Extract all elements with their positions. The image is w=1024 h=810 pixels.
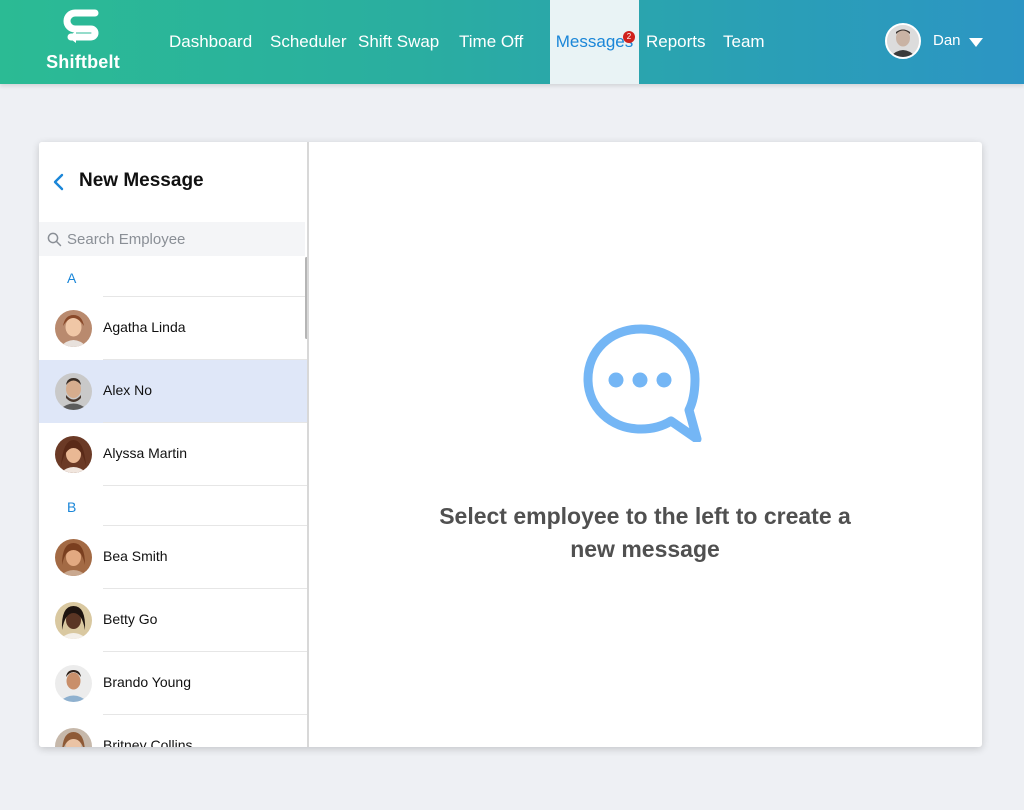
nav-scheduler[interactable]: Scheduler: [270, 0, 347, 84]
employee-list: A Agatha Linda Alex No Alyssa Martin B B…: [39, 257, 307, 747]
empty-state-line-2: new message: [570, 536, 720, 562]
section-header-a: A: [39, 257, 307, 297]
employee-name: Betty Go: [103, 611, 158, 627]
employee-row-betty-go[interactable]: Betty Go: [39, 589, 307, 652]
employee-avatar: [55, 539, 92, 576]
back-chevron-icon[interactable]: [51, 172, 65, 192]
employee-row-agatha-linda[interactable]: Agatha Linda: [39, 297, 307, 360]
user-menu-caret-icon[interactable]: [969, 38, 983, 47]
employee-row-alex-no[interactable]: Alex No: [39, 360, 307, 423]
shiftbelt-logo-icon: [63, 9, 99, 43]
employee-name: Brando Young: [103, 674, 191, 690]
search-employee-input[interactable]: [67, 222, 297, 256]
shiftbelt-logo[interactable]: Shiftbelt: [44, 8, 122, 74]
employee-row-alyssa-martin[interactable]: Alyssa Martin: [39, 423, 307, 486]
employee-name: Bea Smith: [103, 548, 168, 564]
panel-title: New Message: [79, 170, 204, 191]
nav-dashboard[interactable]: Dashboard: [169, 0, 252, 84]
section-letter: B: [67, 499, 77, 515]
employee-name: Alex No: [103, 382, 153, 398]
empty-state: Select employee to the left to create a …: [309, 142, 982, 747]
top-nav-bar: Shiftbelt Dashboard Scheduler Shift Swap…: [0, 0, 1024, 84]
employee-row-bea-smith[interactable]: Bea Smith: [39, 526, 307, 589]
new-message-panel: New Message A Agatha Linda: [39, 142, 309, 747]
employee-name: Alyssa Martin: [103, 445, 188, 461]
nav-shift-swap[interactable]: Shift Swap: [358, 0, 439, 84]
empty-state-line-1: Select employee to the left to create a: [439, 503, 851, 529]
user-avatar[interactable]: [885, 23, 921, 59]
employee-avatar: [55, 665, 92, 702]
employee-avatar: [55, 602, 92, 639]
section-letter: A: [67, 270, 77, 286]
nav-team[interactable]: Team: [723, 0, 765, 84]
employee-avatar: [55, 436, 92, 473]
user-name[interactable]: Dan: [933, 32, 961, 49]
nav-time-off[interactable]: Time Off: [459, 0, 523, 84]
empty-state-message: Select employee to the left to create a …: [395, 500, 895, 566]
brand-name: Shiftbelt: [46, 52, 120, 72]
nav-messages[interactable]: Messages 2: [550, 0, 639, 84]
section-header-b: B: [39, 486, 307, 526]
chat-bubble-icon: [583, 324, 702, 442]
employee-avatar: [55, 728, 92, 747]
panel-header: New Message: [39, 142, 307, 220]
search-icon: [47, 232, 62, 247]
employee-name: Agatha Linda: [103, 319, 186, 335]
employee-row-brando-young[interactable]: Brando Young: [39, 652, 307, 715]
employee-avatar: [55, 373, 92, 410]
nav-messages-label: Messages: [555, 32, 634, 51]
user-avatar-image: [887, 25, 919, 57]
employee-search[interactable]: [39, 222, 305, 256]
unread-count-badge: 2: [623, 31, 635, 43]
employee-name: Britney Collins: [103, 737, 193, 747]
employee-row-britney-collins[interactable]: Britney Collins: [39, 715, 307, 747]
nav-reports[interactable]: Reports: [646, 0, 706, 84]
list-scrollbar[interactable]: [305, 257, 307, 339]
messages-card: New Message A Agatha Linda: [39, 142, 982, 747]
employee-avatar: [55, 310, 92, 347]
